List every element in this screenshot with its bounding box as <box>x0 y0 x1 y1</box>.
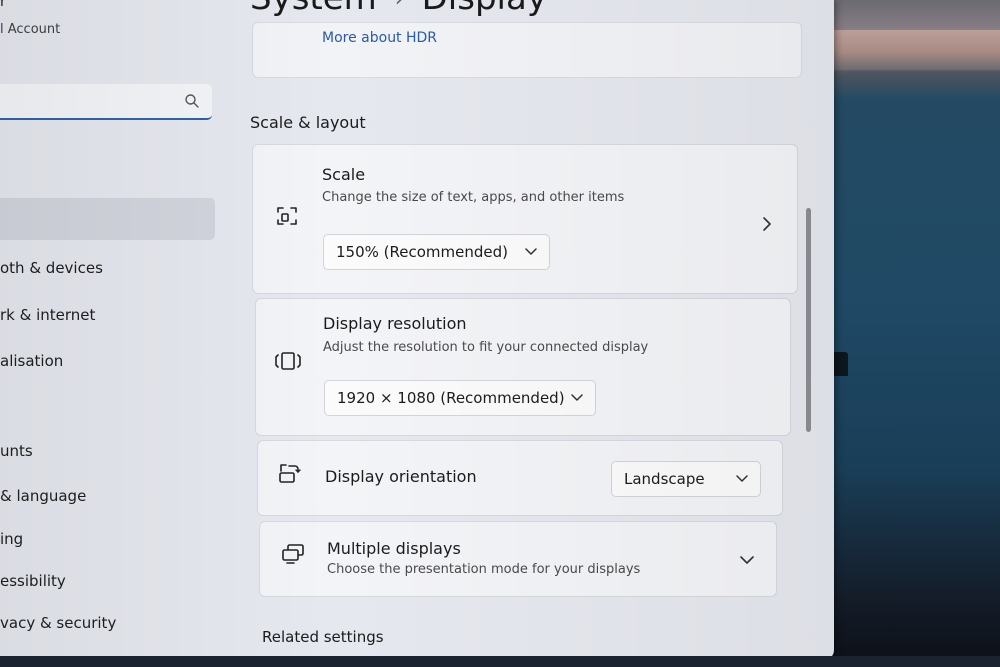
chevron-down-icon <box>571 394 583 401</box>
display-orientation-dropdown[interactable]: Landscape <box>611 461 761 497</box>
nav-item-gaming[interactable]: ing <box>0 530 23 548</box>
navigation-pane: r l Account oth & devices rk & internet … <box>0 0 240 660</box>
orientation-icon <box>279 464 301 483</box>
account-name: r <box>0 0 6 10</box>
search-icon <box>185 94 199 108</box>
chevron-down-icon <box>736 475 748 482</box>
nav-item-accounts[interactable]: unts <box>0 442 33 460</box>
page-title: System › Display <box>250 0 547 18</box>
display-resolution-dropdown-value: 1920 × 1080 (Recommended) <box>337 389 565 407</box>
nav-item-network-internet[interactable]: rk & internet <box>0 306 95 324</box>
scale-description: Change the size of text, apps, and other… <box>322 190 625 205</box>
multiple-displays-title: Multiple displays <box>327 539 461 558</box>
nav-item-privacy-security[interactable]: vacy & security <box>0 614 116 632</box>
chevron-right-icon[interactable] <box>762 216 772 232</box>
display-resolution-description: Adjust the resolution to fit your connec… <box>323 340 649 355</box>
resolution-icon <box>275 352 301 370</box>
nav-item-accessibility[interactable]: essibility <box>0 572 66 590</box>
nav-item-personalisation[interactable]: alisation <box>0 352 63 370</box>
related-settings-title: Related settings <box>262 628 384 646</box>
breadcrumb-display: Display <box>422 0 547 18</box>
vertical-scrollbar[interactable] <box>806 208 811 432</box>
multiple-displays-description: Choose the presentation mode for your di… <box>327 562 641 577</box>
display-resolution-dropdown[interactable]: 1920 × 1080 (Recommended) <box>324 380 596 416</box>
display-resolution-title: Display resolution <box>323 314 467 333</box>
breadcrumb-separator: › <box>395 0 404 12</box>
scale-icon <box>277 207 297 225</box>
chevron-down-icon <box>525 248 537 255</box>
scale-dropdown-value: 150% (Recommended) <box>336 243 508 261</box>
scale-dropdown[interactable]: 150% (Recommended) <box>323 234 550 270</box>
section-title-scale-layout: Scale & layout <box>250 113 366 132</box>
breadcrumb-system[interactable]: System <box>250 0 377 18</box>
taskbar-edge <box>0 656 1000 667</box>
nav-item-system-selected[interactable] <box>0 198 215 240</box>
settings-window: r l Account oth & devices rk & internet … <box>0 0 834 660</box>
display-orientation-title: Display orientation <box>325 467 477 486</box>
scale-title: Scale <box>322 165 366 184</box>
multiple-displays-card[interactable] <box>259 521 777 597</box>
nav-item-bluetooth-devices[interactable]: oth & devices <box>0 259 103 277</box>
more-about-hdr-link[interactable]: More about HDR <box>322 30 437 46</box>
display-orientation-dropdown-value: Landscape <box>624 470 705 488</box>
chevron-down-icon[interactable] <box>740 556 754 565</box>
multiple-displays-icon <box>282 544 304 564</box>
search-input[interactable] <box>0 84 212 120</box>
account-type: l Account <box>0 22 61 37</box>
nav-item-time-language[interactable]: & language <box>0 487 86 505</box>
